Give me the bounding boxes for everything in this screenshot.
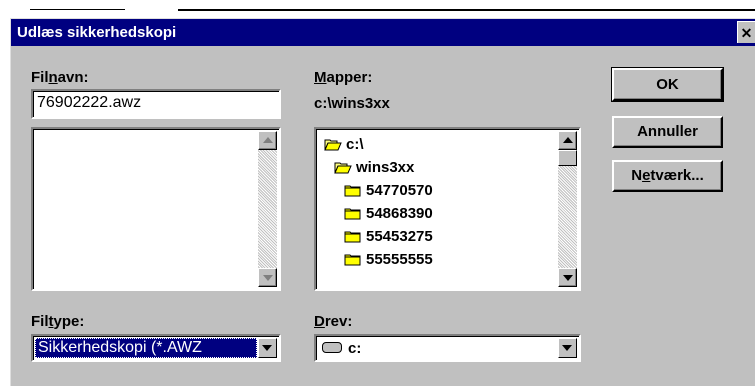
folder-tree-items: c:\ wins3xx 54770570 54868390 55453275 555555… (318, 131, 555, 287)
folder-tree[interactable]: c:\ wins3xx 54770570 54868390 55453275 555555… (314, 127, 581, 291)
dialog-title: Udlæs sikkerhedskopi (17, 24, 177, 41)
arrow-up-icon (263, 137, 273, 143)
drive-select[interactable]: c: (314, 334, 581, 362)
folder-icon (344, 184, 362, 197)
arrow-down-icon (263, 275, 273, 281)
open-folder-icon (334, 161, 352, 174)
scroll-down-button[interactable] (558, 268, 577, 287)
restore-backup-dialog: Udlæs sikkerhedskopi ✕ Filnavn: 76902222… (10, 18, 755, 386)
chevron-down-icon (262, 345, 272, 351)
file-list[interactable] (31, 127, 281, 291)
open-folder-icon (324, 138, 342, 151)
folder-label: 54770570 (366, 182, 433, 199)
chevron-down-icon (562, 345, 572, 351)
folder-label: c:\ (346, 136, 364, 153)
background-line (178, 9, 755, 11)
current-path: c:\wins3xx (314, 95, 390, 112)
drive-icon (322, 342, 342, 353)
folder-icon (344, 230, 362, 243)
filename-label: Filnavn: (31, 69, 89, 86)
folder-tree-scrollbar[interactable] (558, 131, 577, 287)
drive-selected: c: (348, 340, 362, 357)
folder-label: 54868390 (366, 205, 433, 222)
background-line (30, 9, 125, 10)
filename-input[interactable]: 76902222.awz (31, 89, 281, 119)
cancel-button[interactable]: Annuller (612, 116, 723, 148)
arrow-down-icon (563, 275, 573, 281)
folder-label: wins3xx (356, 159, 415, 176)
drive-dropdown-button[interactable] (558, 338, 577, 358)
folder-label: 55453275 (366, 228, 433, 245)
folder-label: 55555555 (366, 251, 433, 268)
network-button[interactable]: Netværk... (612, 160, 723, 192)
file-list-scrollbar[interactable] (258, 131, 277, 287)
arrow-up-icon (563, 137, 573, 143)
close-icon: ✕ (740, 25, 753, 41)
filetype-dropdown-button[interactable] (258, 338, 277, 358)
filetype-selected: Sikkerhedskopi (*.AWZ (35, 338, 257, 358)
drive-label: Drev: (314, 313, 353, 330)
folder-icon (344, 253, 362, 266)
scroll-up-button[interactable] (558, 131, 577, 150)
scroll-up-button[interactable] (258, 131, 277, 150)
scroll-thumb[interactable] (558, 150, 577, 166)
folder-icon (344, 207, 362, 220)
ok-button[interactable]: OK (611, 67, 724, 102)
title-bar[interactable]: Udlæs sikkerhedskopi ✕ (11, 19, 755, 46)
scroll-down-button[interactable] (258, 268, 277, 287)
filetype-select[interactable]: Sikkerhedskopi (*.AWZ (31, 334, 281, 362)
filename-value: 76902222.awz (37, 94, 142, 111)
folders-label: Mapper: (314, 69, 373, 86)
close-button[interactable]: ✕ (737, 21, 755, 43)
filetype-label: Filtype: (31, 313, 85, 330)
